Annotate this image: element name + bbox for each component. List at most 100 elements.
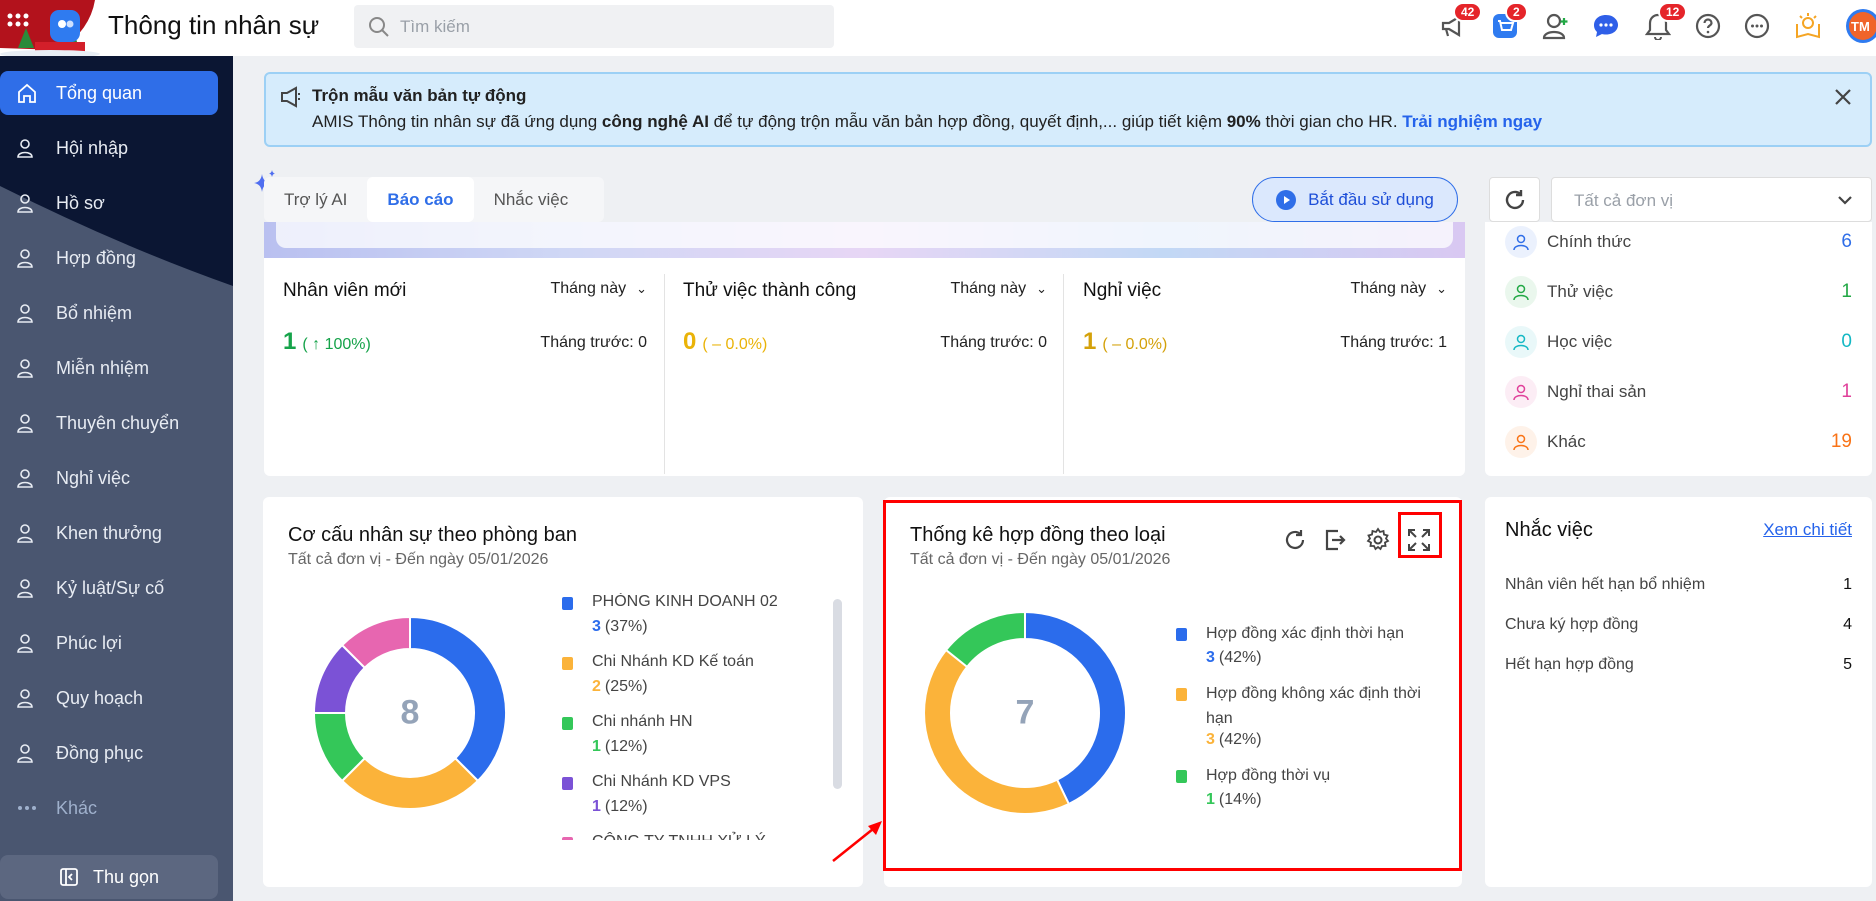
sidebar-item-label: Phúc lợi — [56, 632, 122, 653]
cart-badge: 2 — [1505, 2, 1528, 22]
tab-reminders[interactable]: Nhắc việc — [474, 177, 589, 222]
legend-item[interactable]: Chi Nhánh KD Kế toán 2 (25%) — [562, 653, 812, 713]
hr-stats-card: Nhân viên mới Tháng này ⌄ 1 ( ↑ 100%) Tháng t… — [264, 222, 1465, 476]
legend-label: Chi Nhánh KD Kế toán — [592, 653, 754, 670]
sidebar-item-12[interactable]: Đồng phục — [0, 731, 218, 775]
help-button[interactable] — [1692, 10, 1724, 42]
legend-item[interactable]: Chi nhánh HN 1 (12%) — [562, 713, 812, 773]
status-row[interactable]: Chính thức 6 — [1505, 224, 1852, 260]
reminder-count: 1 — [1843, 576, 1852, 593]
donut-total: 8 — [400, 693, 420, 732]
reminder-row[interactable]: Nhân viên hết hạn bổ nhiệm 1 — [1505, 576, 1852, 602]
reminder-label: Hết hạn hợp đồng — [1505, 656, 1634, 673]
legend-marker — [562, 777, 573, 790]
legend-item[interactable]: CÔNG TY TNHH XỬ LÝ1(12%) — [562, 833, 812, 840]
sidebar-item-0[interactable]: Tổng quan — [0, 71, 218, 115]
banner-text-bold: 90% — [1226, 112, 1261, 131]
status-row[interactable]: Khác 19 — [1505, 424, 1852, 460]
contract-icon — [16, 247, 38, 269]
trainee-icon — [1505, 326, 1537, 358]
user-clock-icon — [1505, 426, 1537, 458]
legend-pct: (37%) — [604, 618, 648, 635]
refresh-button[interactable] — [1489, 177, 1540, 222]
divider — [1063, 274, 1064, 474]
search-placeholder: Tìm kiếm — [400, 17, 470, 36]
banner-text: AMIS Thông tin nhân sự đã ứng dụng công … — [312, 112, 1542, 132]
guide-button[interactable] — [1792, 10, 1824, 42]
legend-item[interactable]: PHÒNG KINH DOANH 02 3 (37%) — [562, 593, 812, 653]
sidebar-item-7[interactable]: Nghỉ việc — [0, 456, 218, 500]
status-row[interactable]: Nghỉ thai sản 1 — [1505, 374, 1852, 410]
chat-button[interactable] — [1590, 10, 1622, 42]
reminder-row[interactable]: Chưa ký hợp đồng 4 — [1505, 616, 1852, 642]
sidebar-item-9[interactable]: Kỷ luật/Sự cố — [0, 566, 218, 610]
status-row[interactable]: Thử việc 1 — [1505, 274, 1852, 310]
sidebar-item-3[interactable]: Hợp đồng — [0, 236, 218, 280]
christmas-logo-icon[interactable] — [0, 0, 105, 56]
notifications-button[interactable]: 12 — [1642, 2, 1688, 42]
stat-number: 1 — [1083, 328, 1097, 355]
sidebar-item-8[interactable]: Khen thưởng — [0, 511, 218, 555]
highlight-box — [1398, 512, 1442, 558]
refresh-icon — [1505, 189, 1524, 209]
legend-scrollbar[interactable] — [833, 599, 842, 789]
sidebar-item-label: Đồng phục — [56, 742, 144, 763]
status-count: 19 — [1830, 431, 1852, 452]
sidebar-item-label: Hợp đồng — [56, 247, 136, 268]
status-row[interactable]: Học việc 0 — [1505, 324, 1852, 360]
close-icon[interactable] — [1834, 88, 1852, 106]
legend-value: 1 (12%) — [592, 798, 648, 816]
user-minus-icon — [16, 357, 38, 379]
cart-button[interactable]: 2 — [1489, 2, 1528, 42]
period-dropdown[interactable]: Tháng này ⌄ — [1350, 280, 1447, 298]
status-count: 1 — [1841, 381, 1852, 402]
legend-count: 1 — [592, 738, 601, 755]
sidebar-item-1[interactable]: Hội nhập — [0, 126, 218, 170]
announcement-badge: 42 — [1453, 2, 1483, 22]
search-input[interactable]: Tìm kiếm — [354, 5, 834, 48]
try-now-link[interactable]: Trải nghiệm ngay — [1402, 112, 1542, 131]
more-button[interactable] — [1741, 10, 1773, 42]
start-using-button[interactable]: Bắt đầu sử dụng — [1252, 177, 1458, 222]
donut-slice[interactable] — [341, 757, 479, 810]
stat-title: Thử việc thành công — [683, 280, 857, 301]
legend-pct: (12%) — [604, 738, 648, 755]
previous-month: Tháng trước: 1 — [1340, 334, 1447, 351]
help-icon — [1695, 13, 1721, 39]
reminder-label: Nhân viên hết hạn bổ nhiệm — [1505, 576, 1706, 593]
tab-reports[interactable]: Báo cáo — [367, 177, 474, 222]
status-count: 0 — [1841, 331, 1852, 352]
tab-ai-assistant[interactable]: Trợ lý AI — [264, 177, 367, 222]
view-details-link[interactable]: Xem chi tiết — [1763, 520, 1852, 540]
legend-count: 1 — [592, 798, 601, 815]
collapse-sidebar-button[interactable]: Thu gọn — [0, 855, 218, 899]
unit-select[interactable]: Tất cả đơn vị — [1551, 177, 1872, 222]
stat-title: Nghỉ việc — [1083, 280, 1162, 301]
benefit-icon — [16, 632, 38, 654]
ai-strip — [264, 222, 1465, 258]
add-user-button[interactable] — [1540, 10, 1572, 42]
sidebar-item-10[interactable]: Phúc lợi — [0, 621, 218, 665]
period-dropdown[interactable]: Tháng này ⌄ — [950, 280, 1047, 298]
profile-icon — [16, 192, 38, 214]
sidebar-item-6[interactable]: Thuyên chuyển — [0, 401, 218, 445]
sidebar-item-4[interactable]: Bổ nhiệm — [0, 291, 218, 335]
maternity-icon — [1505, 376, 1537, 408]
sidebar-item-13[interactable]: Khác — [0, 786, 218, 830]
announcement-button[interactable]: 42 — [1437, 2, 1483, 42]
user-avatar[interactable]: TM — [1843, 9, 1876, 43]
stat-change: ( – 0.0%) — [702, 336, 768, 353]
sidebar-item-5[interactable]: Miễn nhiệm — [0, 346, 218, 390]
search-icon — [369, 17, 389, 37]
sidebar-item-11[interactable]: Quy hoạch — [0, 676, 218, 720]
legend-item[interactable]: Chi Nhánh KD VPS 1 (12%) — [562, 773, 812, 833]
banner-text-part: để tự động trộn mẫu văn bản hợp đồng, qu… — [708, 112, 1227, 131]
reminder-row[interactable]: Hết hạn hợp đồng 5 — [1505, 656, 1852, 682]
legend-pct: (12%) — [604, 798, 648, 815]
donut-slice[interactable] — [409, 616, 507, 782]
period-dropdown[interactable]: Tháng này ⌄ — [550, 280, 647, 298]
sidebar-item-label: Quy hoạch — [56, 687, 144, 708]
sidebar-item-2[interactable]: Hồ sơ — [0, 181, 218, 225]
users-icon — [16, 687, 38, 709]
legend-count: 2 — [592, 678, 601, 695]
